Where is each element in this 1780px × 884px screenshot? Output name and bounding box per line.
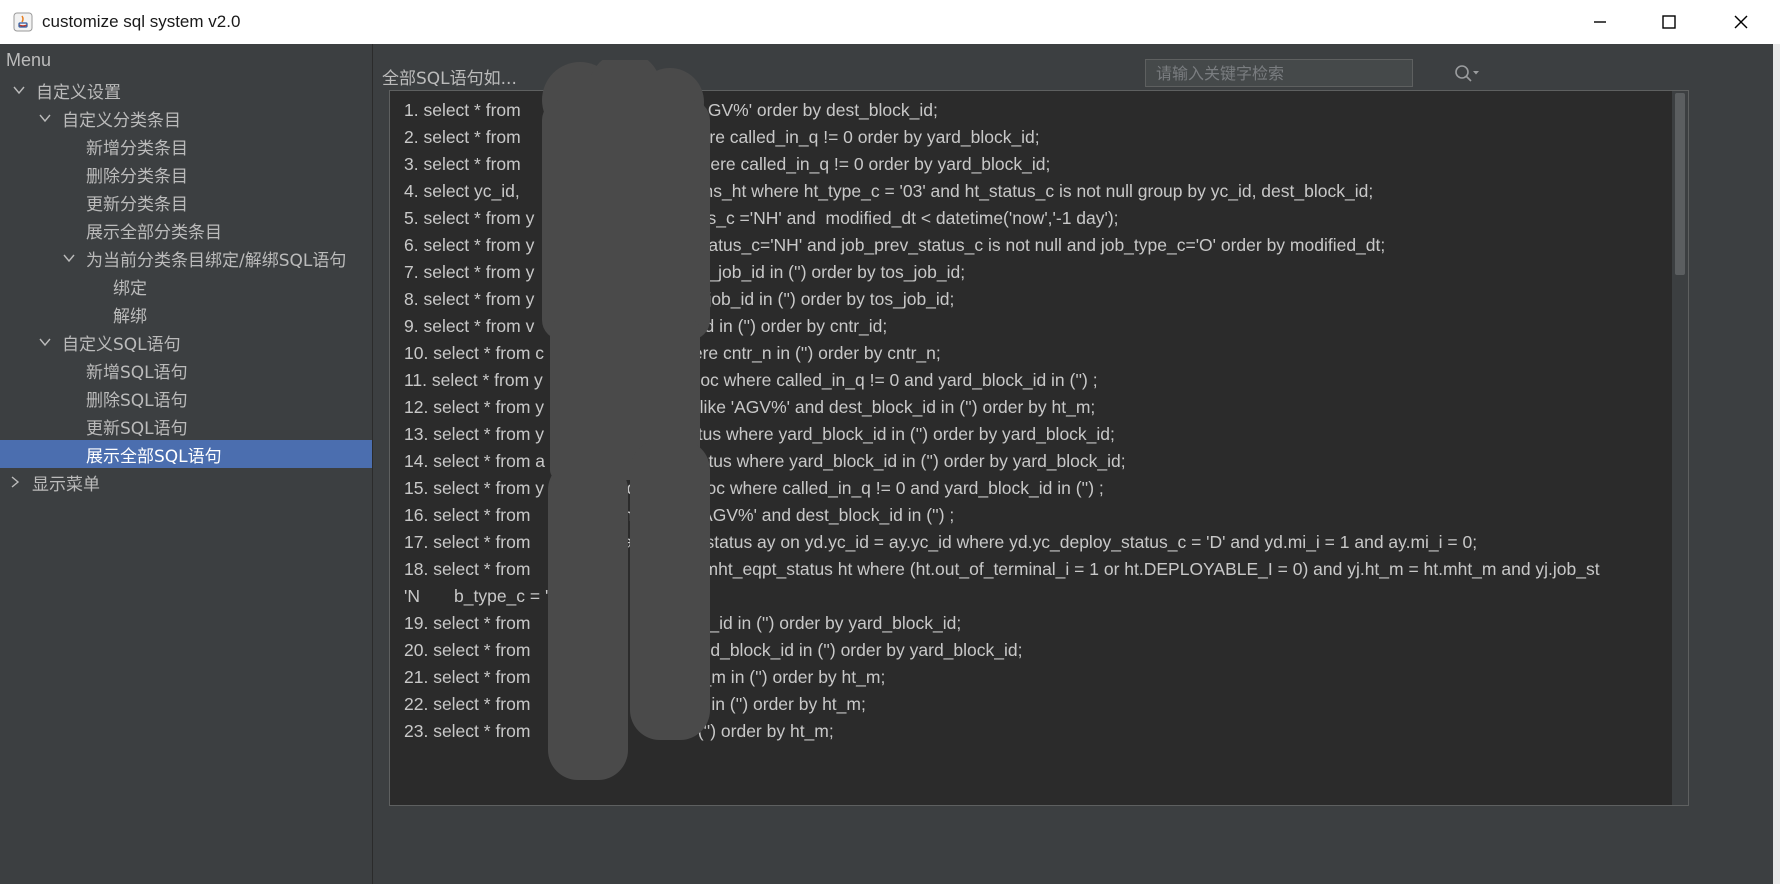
tree-node-custom-category-items[interactable]: 自定义分类条目 [0,104,372,132]
search-input[interactable] [1146,60,1412,86]
tree-node-show-menu[interactable]: 显示菜单 [0,468,372,496]
window-title: customize sql system v2.0 [42,12,241,31]
tree-node-delete-sql[interactable]: 删除SQL语句 [0,384,372,412]
window-frame-edge [1773,44,1780,884]
tree-node-unbind[interactable]: 解绑 [0,300,372,328]
title-bar: customize sql system v2.0 [0,0,1780,44]
minimize-button[interactable] [1565,0,1635,44]
tree-node-bind-unbind-sql[interactable]: 为当前分类条目绑定/解绑SQL语句 [0,244,372,272]
chevron-down-icon[interactable] [12,83,26,97]
search-icon[interactable] [1452,62,1482,86]
tree-node-label: 删除分类条目 [86,166,188,187]
redaction-silhouette [542,60,710,780]
tree-node-label: 新增分类条目 [86,138,188,159]
tree-node-label: 为当前分类条目绑定/解绑SQL语句 [86,250,347,271]
close-button[interactable] [1706,0,1776,44]
chevron-right-icon[interactable] [8,475,22,489]
tree-node-label: 解绑 [113,306,147,327]
tree-node-label: 自定义设置 [36,82,121,103]
tree-node-update-category-item[interactable]: 更新分类条目 [0,188,372,216]
tree-node-label: 自定义分类条目 [62,110,181,131]
tree-node-custom-sql[interactable]: 自定义SQL语句 [0,328,372,356]
tree-node-add-sql[interactable]: 新增SQL语句 [0,356,372,384]
tree-node-show-all-sql[interactable]: 展示全部SQL语句 [0,440,372,468]
tree-node-label: 更新分类条目 [86,194,188,215]
tree-node-label: 显示菜单 [32,474,100,495]
tree-node-label: 删除SQL语句 [86,390,188,411]
sql-list-label: 全部SQL语句如... [382,69,517,89]
tree-node-update-sql[interactable]: 更新SQL语句 [0,412,372,440]
tree-node-label: 新增SQL语句 [86,362,188,383]
search-field[interactable] [1145,59,1413,87]
chevron-down-icon[interactable] [38,111,52,125]
menu-header: Menu [6,50,52,70]
tree-node-show-all-category-items[interactable]: 展示全部分类条目 [0,216,372,244]
java-app-icon [12,11,34,33]
tree-node-label: 更新SQL语句 [86,418,188,439]
tree-node-add-category-item[interactable]: 新增分类条目 [0,132,372,160]
menu-sidebar: Menu 自定义设置 自定义分类条目 新增分类条目 删除分类条目 更新分类条目 … [0,44,373,884]
chevron-down-icon[interactable] [38,335,52,349]
tree-node-label: 展示全部分类条目 [86,222,222,243]
vertical-scrollbar[interactable] [1672,91,1688,805]
maximize-button[interactable] [1634,0,1704,44]
tree-node-label: 自定义SQL语句 [62,334,181,355]
tree-node-label: 绑定 [113,278,147,299]
tree-node-bind[interactable]: 绑定 [0,272,372,300]
scrollbar-thumb[interactable] [1675,93,1685,275]
tree-node-custom-settings[interactable]: 自定义设置 [0,76,372,104]
chevron-down-icon[interactable] [62,251,76,265]
tree-node-delete-category-item[interactable]: 删除分类条目 [0,160,372,188]
tree-node-label: 展示全部SQL语句 [86,446,222,467]
